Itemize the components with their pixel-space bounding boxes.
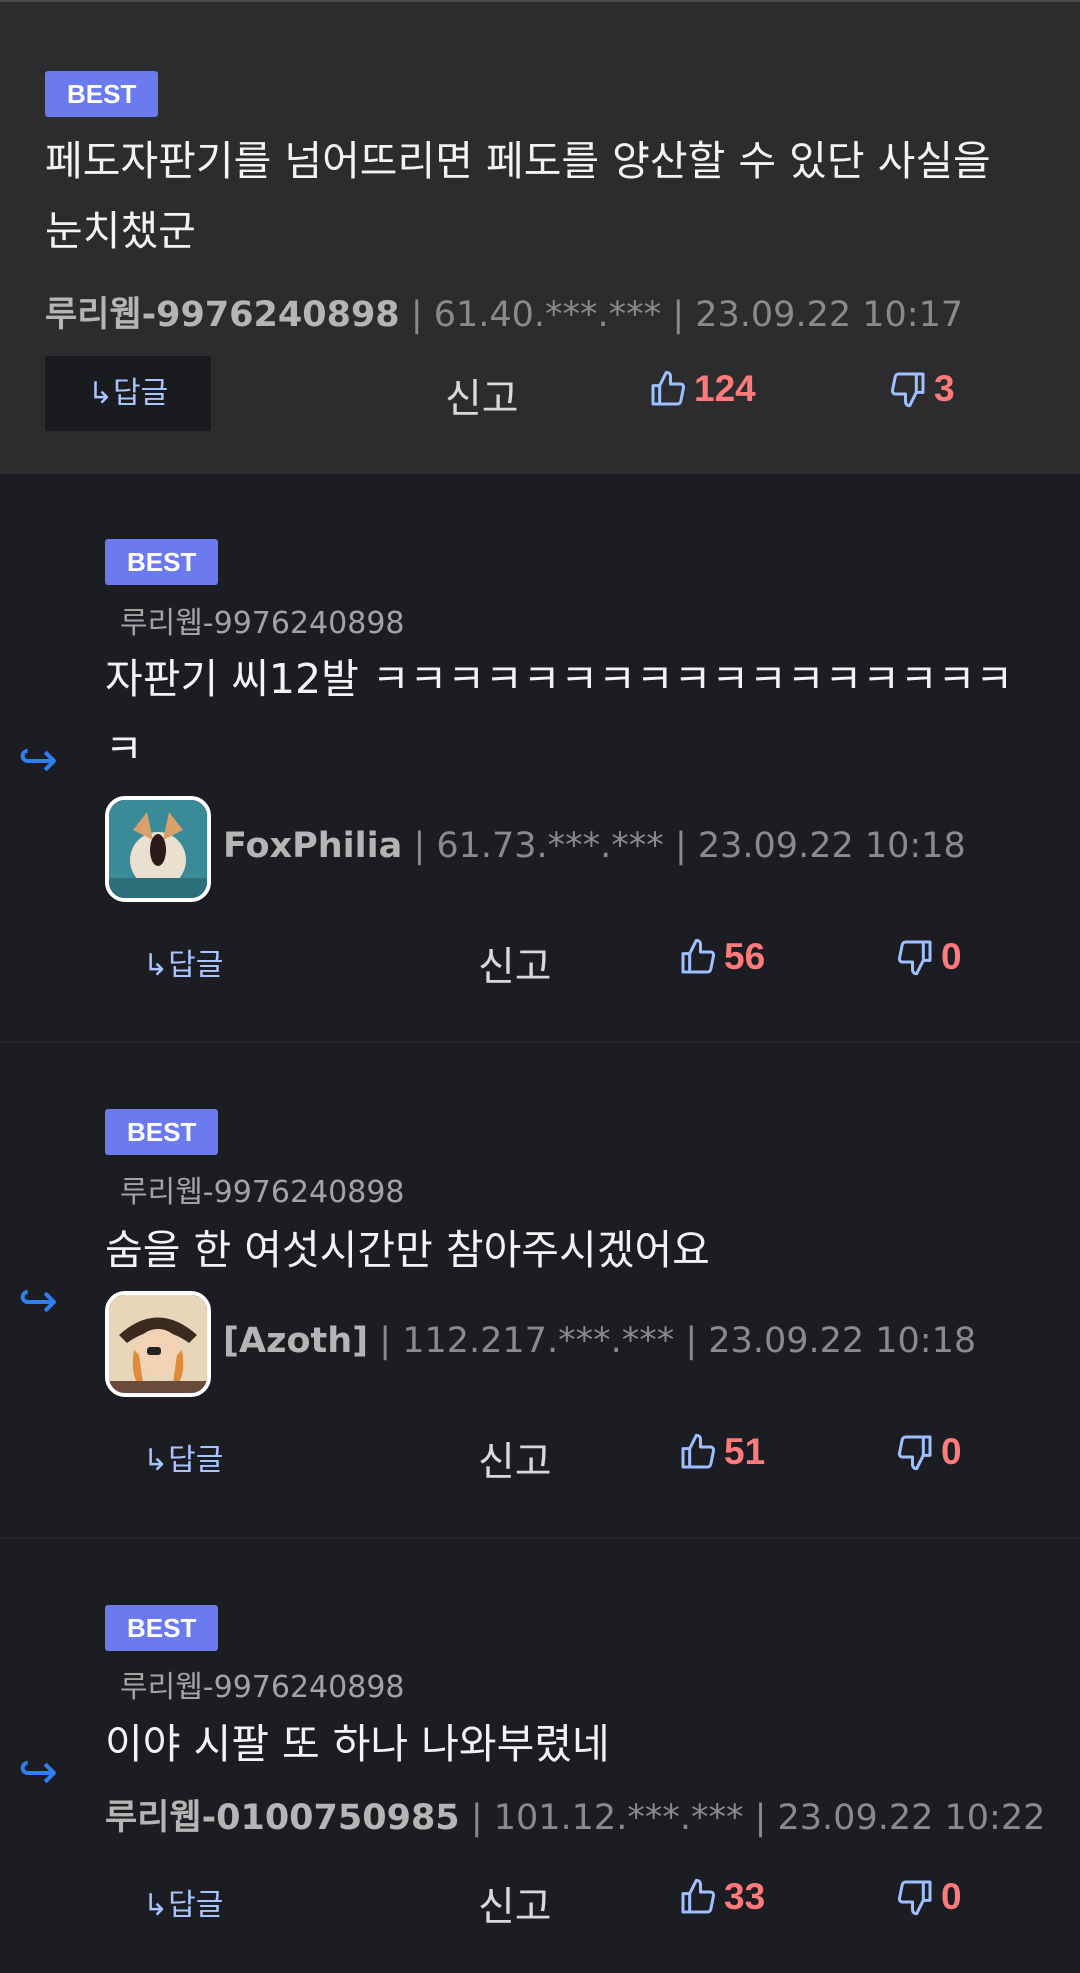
avatar[interactable] bbox=[105, 1291, 211, 1397]
comment-text: 숨을 한 여섯시간만 참아주시겠어요 bbox=[105, 1226, 710, 1274]
dislike-count: 3 bbox=[934, 368, 955, 409]
comment-meta: 루리웹-0100750985 | 101.12.***.*** | 23.09.… bbox=[105, 1798, 1046, 1838]
dislike-button[interactable]: 3 bbox=[888, 368, 955, 410]
thumbs-up-icon bbox=[681, 1433, 716, 1469]
comment-text: 페도자판기를 넘어뜨리면 페도를 양산할 수 있단 사실을 눈치챘군 bbox=[45, 137, 991, 255]
report-button[interactable]: 신고 bbox=[478, 934, 552, 992]
avatar[interactable] bbox=[105, 796, 211, 902]
best-badge: BEST bbox=[105, 1109, 219, 1155]
comment-meta: 루리웹-9976240898 | 61.40.***.*** | 23.09.2… bbox=[45, 295, 964, 335]
nickname[interactable]: 루리웹-9976240898 bbox=[45, 295, 400, 335]
thumbs-up-icon bbox=[681, 1878, 716, 1914]
like-button[interactable]: 51 bbox=[678, 1431, 765, 1473]
comment-item: BEST 루리웹-9976240898 ↪ 자판기 씨12발 ㅋㅋㅋㅋㅋㅋㅋㅋㅋ… bbox=[0, 474, 1080, 1043]
ip-address: 112.217.***.*** bbox=[402, 1321, 675, 1361]
comment-item: BEST 루리웹-9976240898 ↪ 숨을 한 여섯시간만 참아주시겠어요… bbox=[0, 1043, 1080, 1539]
fox-avatar-image bbox=[109, 800, 207, 898]
reply-arrow-icon: ↪ bbox=[18, 1744, 59, 1800]
dislike-button[interactable]: 0 bbox=[895, 936, 962, 978]
timestamp: 23.09.22 10:18 bbox=[697, 826, 966, 866]
reply-button[interactable]: ↳답글 bbox=[45, 356, 211, 431]
like-button[interactable]: 33 bbox=[678, 1876, 765, 1918]
thumbs-up-icon bbox=[681, 938, 716, 974]
reply-target: 루리웹-9976240898 bbox=[120, 606, 405, 641]
like-count: 124 bbox=[694, 368, 756, 409]
comment-text: 이야 시팔 또 하나 나와부렸네 bbox=[105, 1720, 610, 1768]
thumbs-up-icon bbox=[651, 370, 686, 406]
ip-address: 61.73.***.*** bbox=[436, 826, 664, 866]
nickname[interactable]: FoxPhilia bbox=[223, 826, 402, 866]
best-badge: BEST bbox=[105, 539, 219, 585]
nickname[interactable]: 루리웹-0100750985 bbox=[105, 1798, 460, 1838]
reply-target: 루리웹-9976240898 bbox=[120, 1670, 405, 1705]
thumbs-down-icon bbox=[897, 940, 932, 976]
comment-item: BEST 루리웹-9976240898 ↪ 이야 시팔 또 하나 나와부렸네 루… bbox=[0, 1539, 1080, 1973]
dislike-count: 0 bbox=[941, 936, 962, 977]
like-count: 56 bbox=[724, 936, 766, 977]
character-avatar-image bbox=[109, 1295, 207, 1393]
comment-meta: [Azoth] | 112.217.***.*** | 23.09.22 10:… bbox=[223, 1321, 977, 1361]
thumbs-down-icon bbox=[890, 372, 925, 408]
like-button[interactable]: 56 bbox=[678, 936, 765, 978]
comment-item: BEST 페도자판기를 넘어뜨리면 페도를 양산할 수 있단 사실을 눈치챘군 … bbox=[0, 2, 1080, 474]
thumbs-down-icon bbox=[897, 1435, 932, 1471]
thumbs-down-icon bbox=[897, 1880, 932, 1916]
like-count: 33 bbox=[724, 1876, 766, 1917]
ip-address: 61.40.***.*** bbox=[433, 295, 662, 335]
timestamp: 23.09.22 10:17 bbox=[695, 295, 964, 335]
dislike-button[interactable]: 0 bbox=[895, 1431, 962, 1473]
best-badge: BEST bbox=[105, 1605, 219, 1651]
report-button[interactable]: 신고 bbox=[478, 1874, 552, 1932]
like-button[interactable]: 124 bbox=[648, 368, 756, 410]
timestamp: 23.09.22 10:18 bbox=[708, 1321, 977, 1361]
reply-button[interactable]: ↳답글 bbox=[143, 1435, 223, 1479]
report-button[interactable]: 신고 bbox=[445, 366, 519, 424]
dislike-count: 0 bbox=[941, 1431, 962, 1472]
comment-text: 자판기 씨12발 ㅋㅋㅋㅋㅋㅋㅋㅋㅋㅋㅋㅋㅋㅋㅋㅋㅋㅋ bbox=[105, 655, 1014, 773]
report-button[interactable]: 신고 bbox=[478, 1429, 552, 1487]
reply-target: 루리웹-9976240898 bbox=[120, 1175, 405, 1210]
timestamp: 23.09.22 10:22 bbox=[777, 1798, 1046, 1838]
reply-arrow-icon: ↪ bbox=[18, 1273, 59, 1329]
comment-meta: FoxPhilia | 61.73.***.*** | 23.09.22 10:… bbox=[223, 826, 966, 866]
reply-button[interactable]: ↳답글 bbox=[143, 940, 223, 984]
dislike-button[interactable]: 0 bbox=[895, 1876, 962, 1918]
best-badge: BEST bbox=[45, 71, 159, 117]
like-count: 51 bbox=[724, 1431, 766, 1472]
nickname[interactable]: [Azoth] bbox=[223, 1321, 368, 1361]
dislike-count: 0 bbox=[941, 1876, 962, 1917]
reply-arrow-icon: ↪ bbox=[18, 732, 59, 788]
reply-button[interactable]: ↳답글 bbox=[143, 1880, 223, 1924]
ip-address: 101.12.***.*** bbox=[493, 1798, 744, 1838]
